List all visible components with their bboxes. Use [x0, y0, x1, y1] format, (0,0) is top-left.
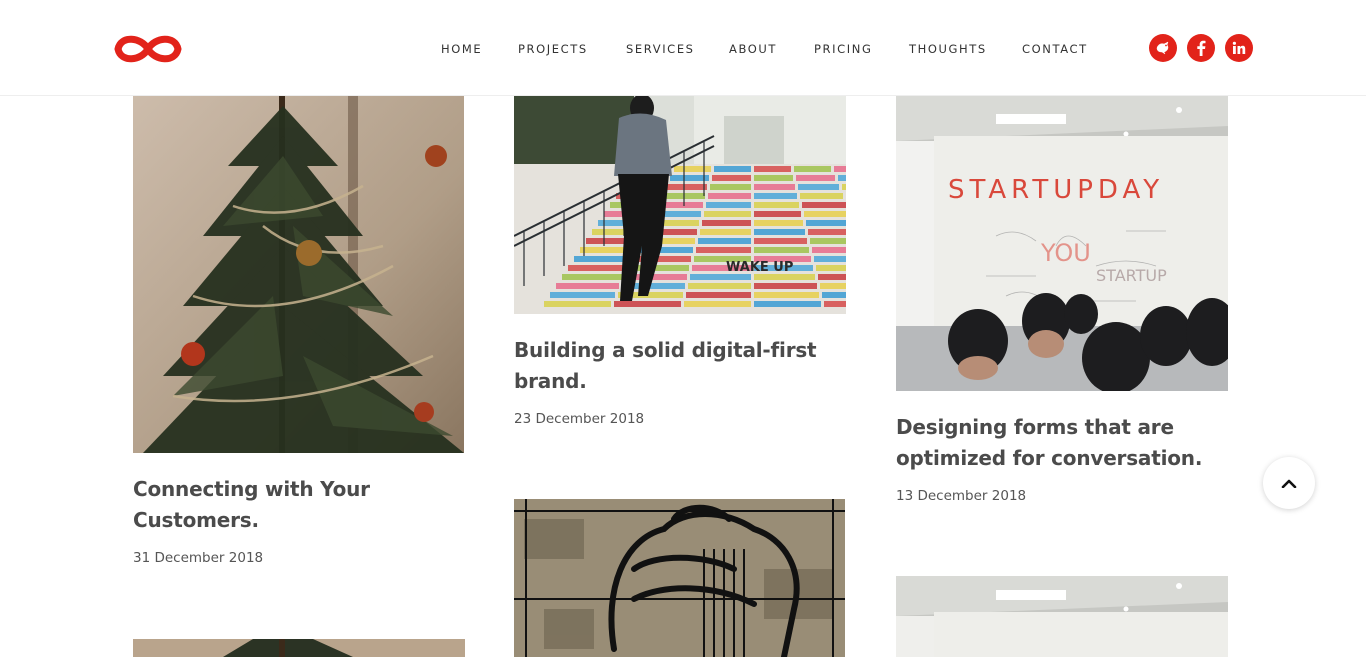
post-image-next[interactable] — [133, 639, 465, 657]
post-title[interactable]: Connecting with Your Customers. — [133, 474, 464, 536]
post-image-next[interactable] — [896, 576, 1228, 657]
chevron-up-icon — [1281, 479, 1297, 488]
nav-thoughts[interactable]: THOUGHTS — [909, 41, 987, 57]
whiteboard-text: STARTUPDAY — [948, 175, 1164, 205]
nav-about[interactable]: ABOUT — [729, 41, 777, 57]
linkedin-icon[interactable] — [1225, 34, 1253, 62]
nav-home[interactable]: HOME — [441, 41, 482, 57]
back-to-top-button[interactable] — [1263, 457, 1315, 509]
stairs-graffiti: WAKE UP — [726, 260, 793, 275]
svg-text:STARTUP: STARTUP — [1096, 266, 1167, 285]
site-header: HOME PROJECTS SERVICES ABOUT PRICING THO… — [0, 0, 1366, 96]
post-date: 23 December 2018 — [514, 411, 645, 427]
nav-contact[interactable]: CONTACT — [1022, 41, 1088, 57]
bird-icon[interactable] — [1149, 34, 1177, 62]
post-image-startup-day[interactable]: STARTUPDAY YOU STARTUP — [896, 96, 1228, 391]
nav-pricing[interactable]: PRICING — [814, 41, 872, 57]
svg-text:YOU: YOU — [1040, 239, 1091, 267]
post-title[interactable]: Building a solid digital-first brand. — [514, 335, 846, 397]
post-date: 13 December 2018 — [896, 488, 1027, 504]
nav-projects[interactable]: PROJECTS — [518, 41, 588, 57]
post-title[interactable]: Designing forms that are optimized for c… — [896, 412, 1228, 474]
post-image-christmas-tree[interactable] — [133, 96, 464, 453]
post-image-graffiti-face[interactable] — [514, 499, 845, 657]
post-date: 31 December 2018 — [133, 550, 264, 566]
facebook-icon[interactable] — [1187, 34, 1215, 62]
post-image-colorful-stairs[interactable]: WAKE UP — [514, 96, 846, 314]
nav-services[interactable]: SERVICES — [626, 41, 695, 57]
